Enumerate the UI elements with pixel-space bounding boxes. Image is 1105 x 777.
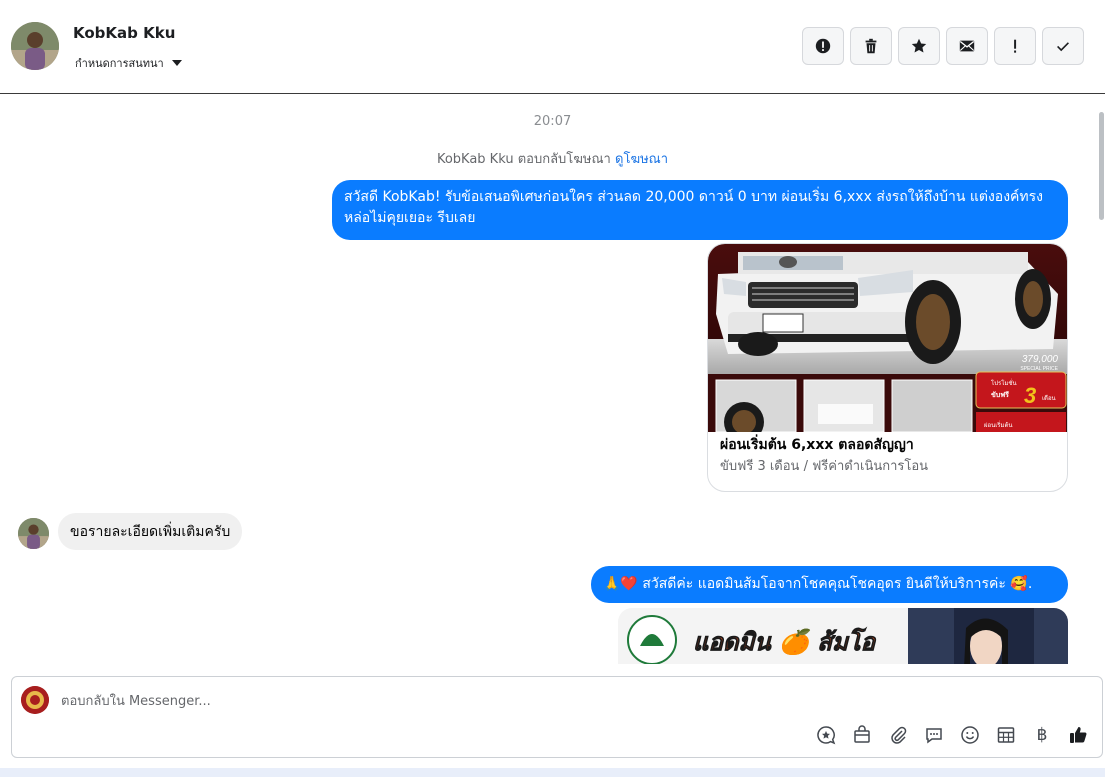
mark-done-button[interactable]: [1042, 27, 1084, 65]
like-button[interactable]: [1066, 723, 1090, 747]
message-timestamp: 20:07: [533, 114, 572, 129]
sender-avatar[interactable]: [18, 518, 49, 549]
attach-button[interactable]: [886, 723, 910, 747]
admin-image[interactable]: แอดมิน 🍊 ส้มโอ: [618, 608, 1068, 664]
report-icon: [815, 38, 831, 54]
admin-image-graphic: แอดมิน 🍊 ส้มโอ: [618, 608, 1068, 664]
outgoing-message[interactable]: สวัสดี KobKab! รับข้อเสนอพิเศษก่อนใคร ส่…: [332, 180, 1068, 240]
appointment-button[interactable]: [994, 723, 1018, 747]
chat-star-icon: [817, 726, 836, 745]
outgoing-message[interactable]: 🙏❤️ สวัสดีค่ะ แอดมินส้มโอจากโชคคุณโชคอุด…: [591, 566, 1068, 603]
caret-down-icon: [171, 60, 182, 66]
bottom-strip: [0, 768, 1105, 777]
ad-image-price-label: SPECIAL PRICE: [1020, 366, 1058, 372]
mark-unread-button[interactable]: [946, 27, 988, 65]
trash-icon: [865, 38, 877, 54]
star-icon: [911, 38, 927, 53]
exclamation-icon: [1014, 39, 1017, 53]
quick-replies-button[interactable]: [922, 723, 946, 747]
report-button[interactable]: [802, 27, 844, 65]
admin-image-text: แอดมิน 🍊 ส้มโอ: [693, 627, 877, 656]
ad-image-price: 379,000: [1022, 354, 1059, 365]
delete-button[interactable]: [850, 27, 892, 65]
avatar[interactable]: [11, 22, 59, 70]
incoming-message[interactable]: ขอรายละเอียดเพิ่มเติมครับ: [58, 513, 243, 550]
baht-icon: ฿: [1036, 725, 1048, 745]
user-name[interactable]: KobKab Kku: [73, 24, 175, 42]
page-avatar: [21, 686, 49, 714]
conversation-settings-label: กำหนดการสนทนา: [75, 57, 164, 70]
calendar-grid-icon: [997, 727, 1015, 743]
ad-card[interactable]: 379,000 SPECIAL PRICE โปรโมชั่น ขับฟรี 3…: [707, 243, 1068, 492]
thumbs-up-icon: [1070, 727, 1087, 743]
smiley-icon: [961, 726, 979, 744]
message-thread[interactable]: 20:07 KobKab Kku ตอบกลับโฆษณา ดูโฆษณา สว…: [0, 94, 1105, 664]
star-button[interactable]: [898, 27, 940, 65]
reply-composer: ฿: [11, 676, 1103, 758]
mail-icon: [959, 40, 975, 52]
ad-image-promo-unit: เดือน: [1042, 394, 1056, 402]
mark-important-button[interactable]: [994, 27, 1036, 65]
shopping-bag-icon: [854, 725, 870, 743]
ad-reply-note: KobKab Kku ตอบกลับโฆษณา ดูโฆษณา: [0, 148, 1105, 169]
scroll-thumb[interactable]: [1099, 112, 1104, 220]
check-icon: [1057, 42, 1069, 52]
saved-reply-button[interactable]: [814, 723, 838, 747]
ad-card-title: ผ่อนเริ่มต้น 6,xxx ตลอดสัญญา: [720, 437, 914, 453]
chat-bubble-icon: [926, 728, 942, 744]
shop-button[interactable]: [850, 723, 874, 747]
header-actions: [802, 27, 1084, 65]
ad-image-promo-bottom: ผ่อนเริ่มต้น: [984, 421, 1012, 429]
composer-toolbar: ฿: [814, 723, 1090, 747]
scrollbar[interactable]: [1098, 106, 1105, 656]
ad-image-promo-num: 3: [1024, 383, 1036, 408]
reply-input[interactable]: [61, 691, 761, 711]
ad-card-subtitle: ขับฟรี 3 เดือน / ฟรีค่าดำเนินการโอน: [720, 459, 929, 474]
conversation-settings-dropdown[interactable]: กำหนดการสนทนา: [75, 54, 182, 72]
payment-button[interactable]: ฿: [1030, 723, 1054, 747]
view-ad-link[interactable]: ดูโฆษณา: [615, 152, 668, 167]
ad-image-promo-mid: ขับฟรี: [991, 391, 1009, 399]
emoji-button[interactable]: [958, 723, 982, 747]
ad-image-promo-top: โปรโมชั่น: [991, 379, 1017, 387]
ad-reply-text: KobKab Kku ตอบกลับโฆษณา: [436, 152, 611, 167]
paperclip-icon: [891, 726, 907, 744]
conversation-header: KobKab Kku กำหนดการสนทนา: [0, 0, 1105, 94]
ad-card-image: 379,000 SPECIAL PRICE โปรโมชั่น ขับฟรี 3…: [708, 244, 1067, 432]
